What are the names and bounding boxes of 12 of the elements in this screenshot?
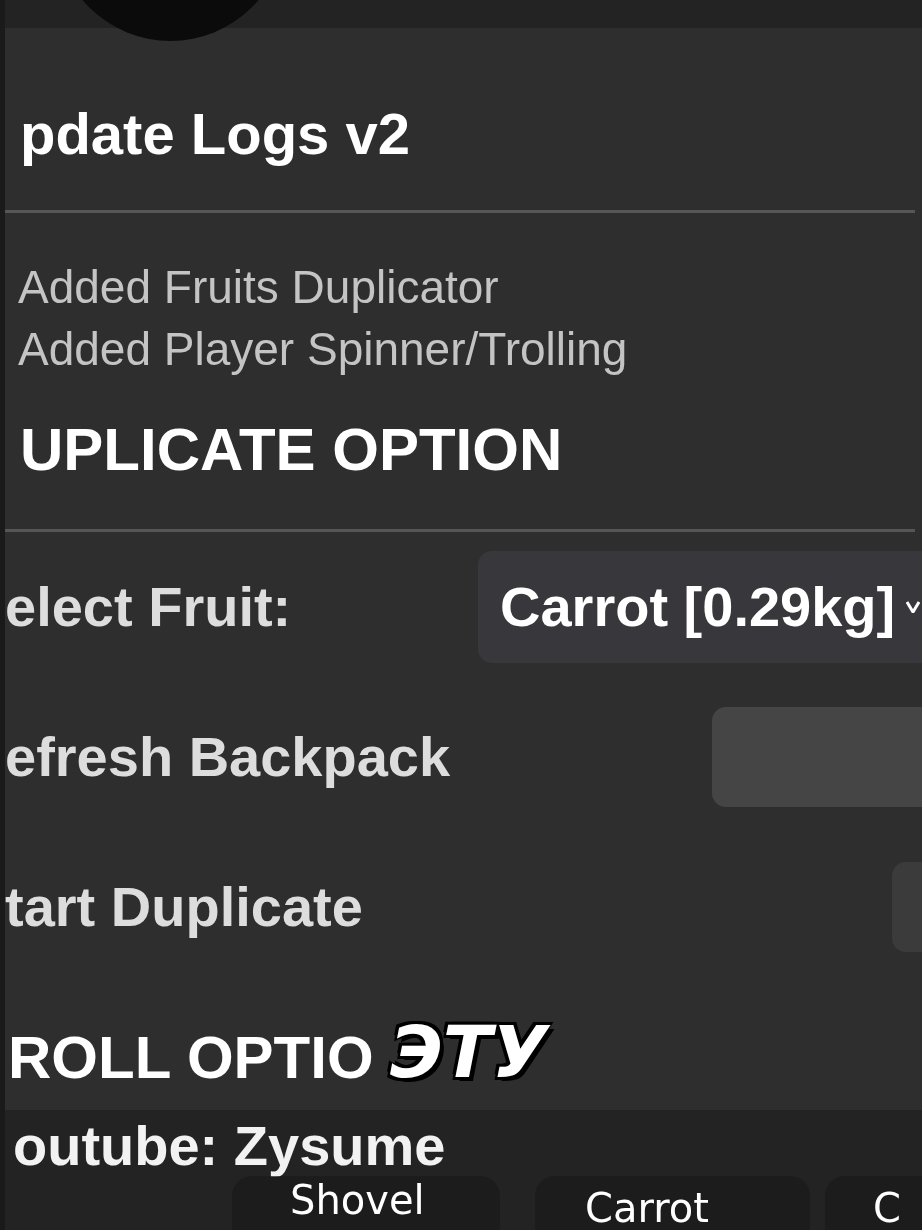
chevron-down-icon xyxy=(906,601,920,613)
hotbar-slot[interactable]: C xyxy=(825,1176,922,1230)
log-entry: Added Player Spinner/Trolling xyxy=(18,322,629,377)
section-heading: UPLICATE OPTION xyxy=(20,420,563,480)
log-entry: Added Fruits Duplicator xyxy=(18,260,500,315)
fruit-dropdown[interactable]: Carrot [0.29kg] xyxy=(478,551,922,663)
hotbar-slot[interactable]: Shovel xyxy=(232,1176,500,1230)
hotbar-slot[interactable]: Carrot xyxy=(535,1176,810,1230)
action-button[interactable] xyxy=(712,707,922,807)
option-label: elect Fruit: xyxy=(5,579,292,635)
credit-text: outube: Zysume xyxy=(13,1114,446,1177)
section-heading: ROLL OPTIO xyxy=(8,1028,374,1088)
